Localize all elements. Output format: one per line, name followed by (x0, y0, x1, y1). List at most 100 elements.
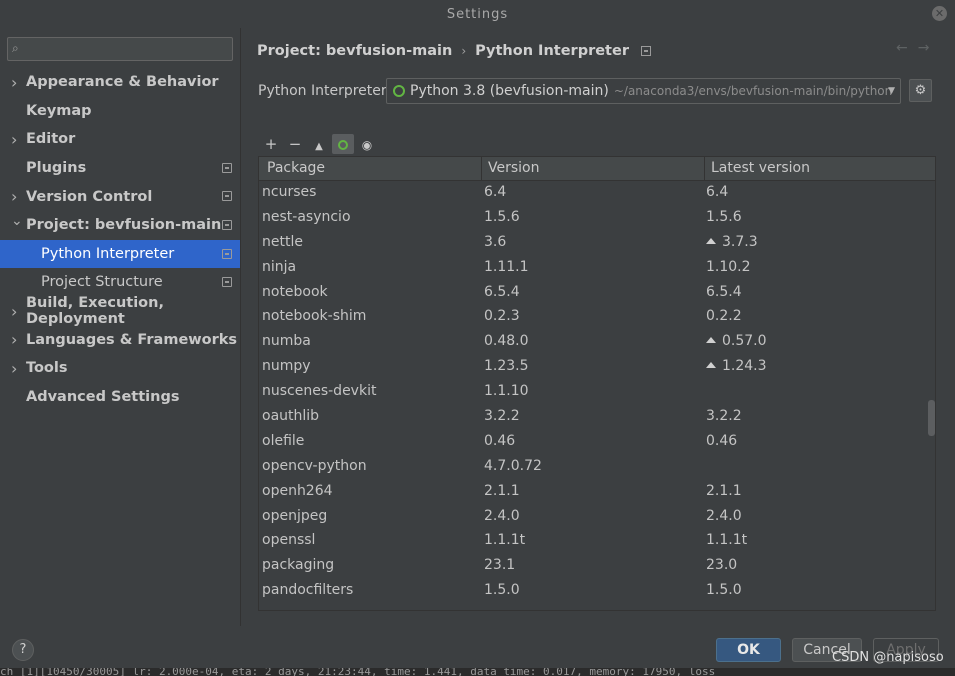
package-name: ncurses (262, 184, 317, 200)
table-row[interactable]: oauthlib 3.2.2 3.2.2 (259, 405, 927, 430)
package-name: openh264 (262, 482, 333, 499)
column-divider[interactable] (704, 157, 705, 181)
sidebar-item-python-interpreter[interactable]: Python Interpreter (0, 239, 240, 269)
sidebar-item-label: Plugins (26, 160, 87, 177)
add-package-button[interactable]: + (260, 134, 282, 154)
latest-version-text: 1.5.6 (706, 208, 742, 225)
ok-button[interactable]: OK (716, 638, 781, 662)
sidebar-item-label: Python Interpreter (41, 245, 175, 262)
table-row[interactable]: opencv-python 4.7.0.72 (259, 455, 927, 480)
header-latest-version[interactable]: Latest version (711, 160, 810, 176)
search-input[interactable]: ⌕ (7, 37, 233, 61)
title-bar: Settings ✕ (0, 0, 955, 28)
chevron-right-icon[interactable]: › (11, 187, 17, 206)
project-scope-icon (222, 248, 232, 259)
sidebar-item-build-execution-deployment[interactable]: › Build, Execution, Deployment (0, 295, 240, 327)
sidebar-item-advanced-settings[interactable]: Advanced Settings (0, 383, 240, 412)
sidebar-item-label: Project: bevfusion-main (26, 217, 222, 234)
table-row[interactable]: pandocfilters 1.5.0 1.5.0 (259, 579, 927, 604)
table-row[interactable]: openssl 1.1.1t 1.1.1t (259, 529, 927, 554)
latest-version-text: 1.5.0 (706, 582, 742, 599)
forward-arrow-icon[interactable]: → (918, 40, 940, 56)
refresh-button[interactable] (332, 134, 354, 154)
table-row[interactable]: nuscenes-devkit 1.1.10 (259, 380, 927, 405)
interpreter-row: Python Interpreter: Python 3.8 (bevfusio… (258, 78, 901, 104)
sidebar-item-plugins[interactable]: Plugins (0, 154, 240, 183)
table-row[interactable]: openh264 2.1.1 2.1.1 (259, 480, 927, 505)
sidebar-item-editor[interactable]: › Editor (0, 125, 240, 154)
chevron-right-icon[interactable]: › (11, 359, 17, 378)
interpreter-dropdown[interactable]: Python 3.8 (bevfusion-main) ~/anaconda3/… (386, 78, 901, 104)
header-package[interactable]: Package (267, 160, 325, 176)
breadcrumb-project: Project: bevfusion-main (257, 43, 453, 59)
package-latest-version: 1.1.1t (706, 532, 747, 548)
table-row[interactable]: numba 0.48.0 0.57.0 (259, 330, 927, 355)
package-latest-version: 1.5.6 (706, 209, 742, 225)
python-env-icon (393, 85, 405, 97)
sidebar-item-label: Tools (26, 360, 68, 377)
package-latest-version: 1.24.3 (706, 358, 767, 374)
sidebar-item-keymap[interactable]: Keymap (0, 97, 240, 126)
project-scope-icon (222, 191, 232, 202)
package-latest-version: 0.2.2 (706, 308, 742, 324)
header-version[interactable]: Version (488, 160, 539, 176)
chevron-right-icon[interactable]: › (11, 302, 17, 321)
table-row[interactable]: ncurses 6.4 6.4 (259, 181, 927, 206)
package-name: openssl (262, 532, 316, 549)
terminal-output: ch [1][10450/30005] lr: 2.000e-04, eta: … (0, 668, 955, 676)
package-name: numba (262, 333, 311, 350)
gear-icon[interactable]: ⚙ (909, 79, 932, 102)
watermark: CSDN @napisoso (832, 650, 944, 665)
breadcrumb-separator: › (461, 44, 467, 58)
sidebar-item-project-structure[interactable]: Project Structure (0, 268, 240, 297)
sidebar-item-project-bevfusion-main[interactable]: ⌄ Project: bevfusion-main (0, 211, 240, 240)
package-latest-version: 6.4 (706, 184, 728, 200)
package-name: openjpeg (262, 507, 328, 524)
sidebar-item-appearance-behavior[interactable]: › Appearance & Behavior (0, 68, 240, 97)
chevron-right-icon[interactable]: › (11, 130, 17, 149)
package-version: 23.1 (484, 557, 516, 574)
sidebar-item-label: Version Control (26, 188, 153, 205)
sidebar-item-tools[interactable]: › Tools (0, 354, 240, 383)
remove-package-button[interactable]: − (284, 134, 306, 154)
latest-version-text: 2.1.1 (706, 482, 742, 499)
chevron-right-icon[interactable]: › (11, 73, 17, 92)
package-version: 1.5.0 (484, 582, 520, 599)
table-scrollbar[interactable] (928, 400, 935, 436)
back-arrow-icon[interactable]: ← (896, 40, 918, 56)
package-version: 2.1.1 (484, 482, 520, 499)
sidebar-item-version-control[interactable]: › Version Control (0, 182, 240, 211)
help-button[interactable]: ? (12, 639, 34, 661)
table-row[interactable]: notebook-shim 0.2.3 0.2.2 (259, 305, 927, 330)
table-row[interactable]: openjpeg 2.4.0 2.4.0 (259, 505, 927, 530)
table-row[interactable]: nest-asyncio 1.5.6 1.5.6 (259, 206, 927, 231)
table-row[interactable]: olefile 0.46 0.46 (259, 430, 927, 455)
search-icon: ⌕ (12, 41, 19, 55)
sidebar-divider[interactable] (240, 28, 241, 626)
interpreter-path: ~/anaconda3/envs/bevfusion-main/bin/pyth… (613, 84, 893, 98)
package-latest-version: 1.5.0 (706, 582, 742, 598)
table-row[interactable]: packaging 23.1 23.0 (259, 554, 927, 579)
package-name: pandocfilters (262, 582, 354, 599)
show-early-releases-button[interactable]: ◉ (356, 134, 378, 154)
package-version: 6.5.4 (484, 283, 520, 300)
table-row[interactable]: notebook 6.5.4 6.5.4 (259, 281, 927, 306)
table-row[interactable]: nettle 3.6 3.7.3 (259, 231, 927, 256)
package-name: numpy (262, 358, 311, 375)
chevron-right-icon[interactable]: › (11, 330, 17, 349)
column-divider[interactable] (481, 157, 482, 181)
project-scope-icon (640, 46, 651, 56)
close-icon[interactable]: ✕ (932, 6, 947, 21)
package-version: 1.5.6 (484, 208, 520, 225)
package-latest-version: 6.5.4 (706, 284, 742, 300)
package-name: nettle (262, 233, 303, 250)
table-row[interactable]: numpy 1.23.5 1.24.3 (259, 355, 927, 380)
table-row[interactable]: ninja 1.11.1 1.10.2 (259, 256, 927, 281)
upgrade-package-button[interactable]: ▲ (308, 134, 330, 154)
upgrade-available-icon (706, 337, 716, 344)
chevron-down-icon: ▼ (888, 86, 895, 96)
chevron-down-icon[interactable]: ⌄ (11, 213, 23, 229)
sidebar-item-label: Project Structure (41, 274, 163, 291)
sidebar-item-label: Editor (26, 131, 76, 148)
sidebar-item-languages-frameworks[interactable]: › Languages & Frameworks (0, 325, 240, 354)
